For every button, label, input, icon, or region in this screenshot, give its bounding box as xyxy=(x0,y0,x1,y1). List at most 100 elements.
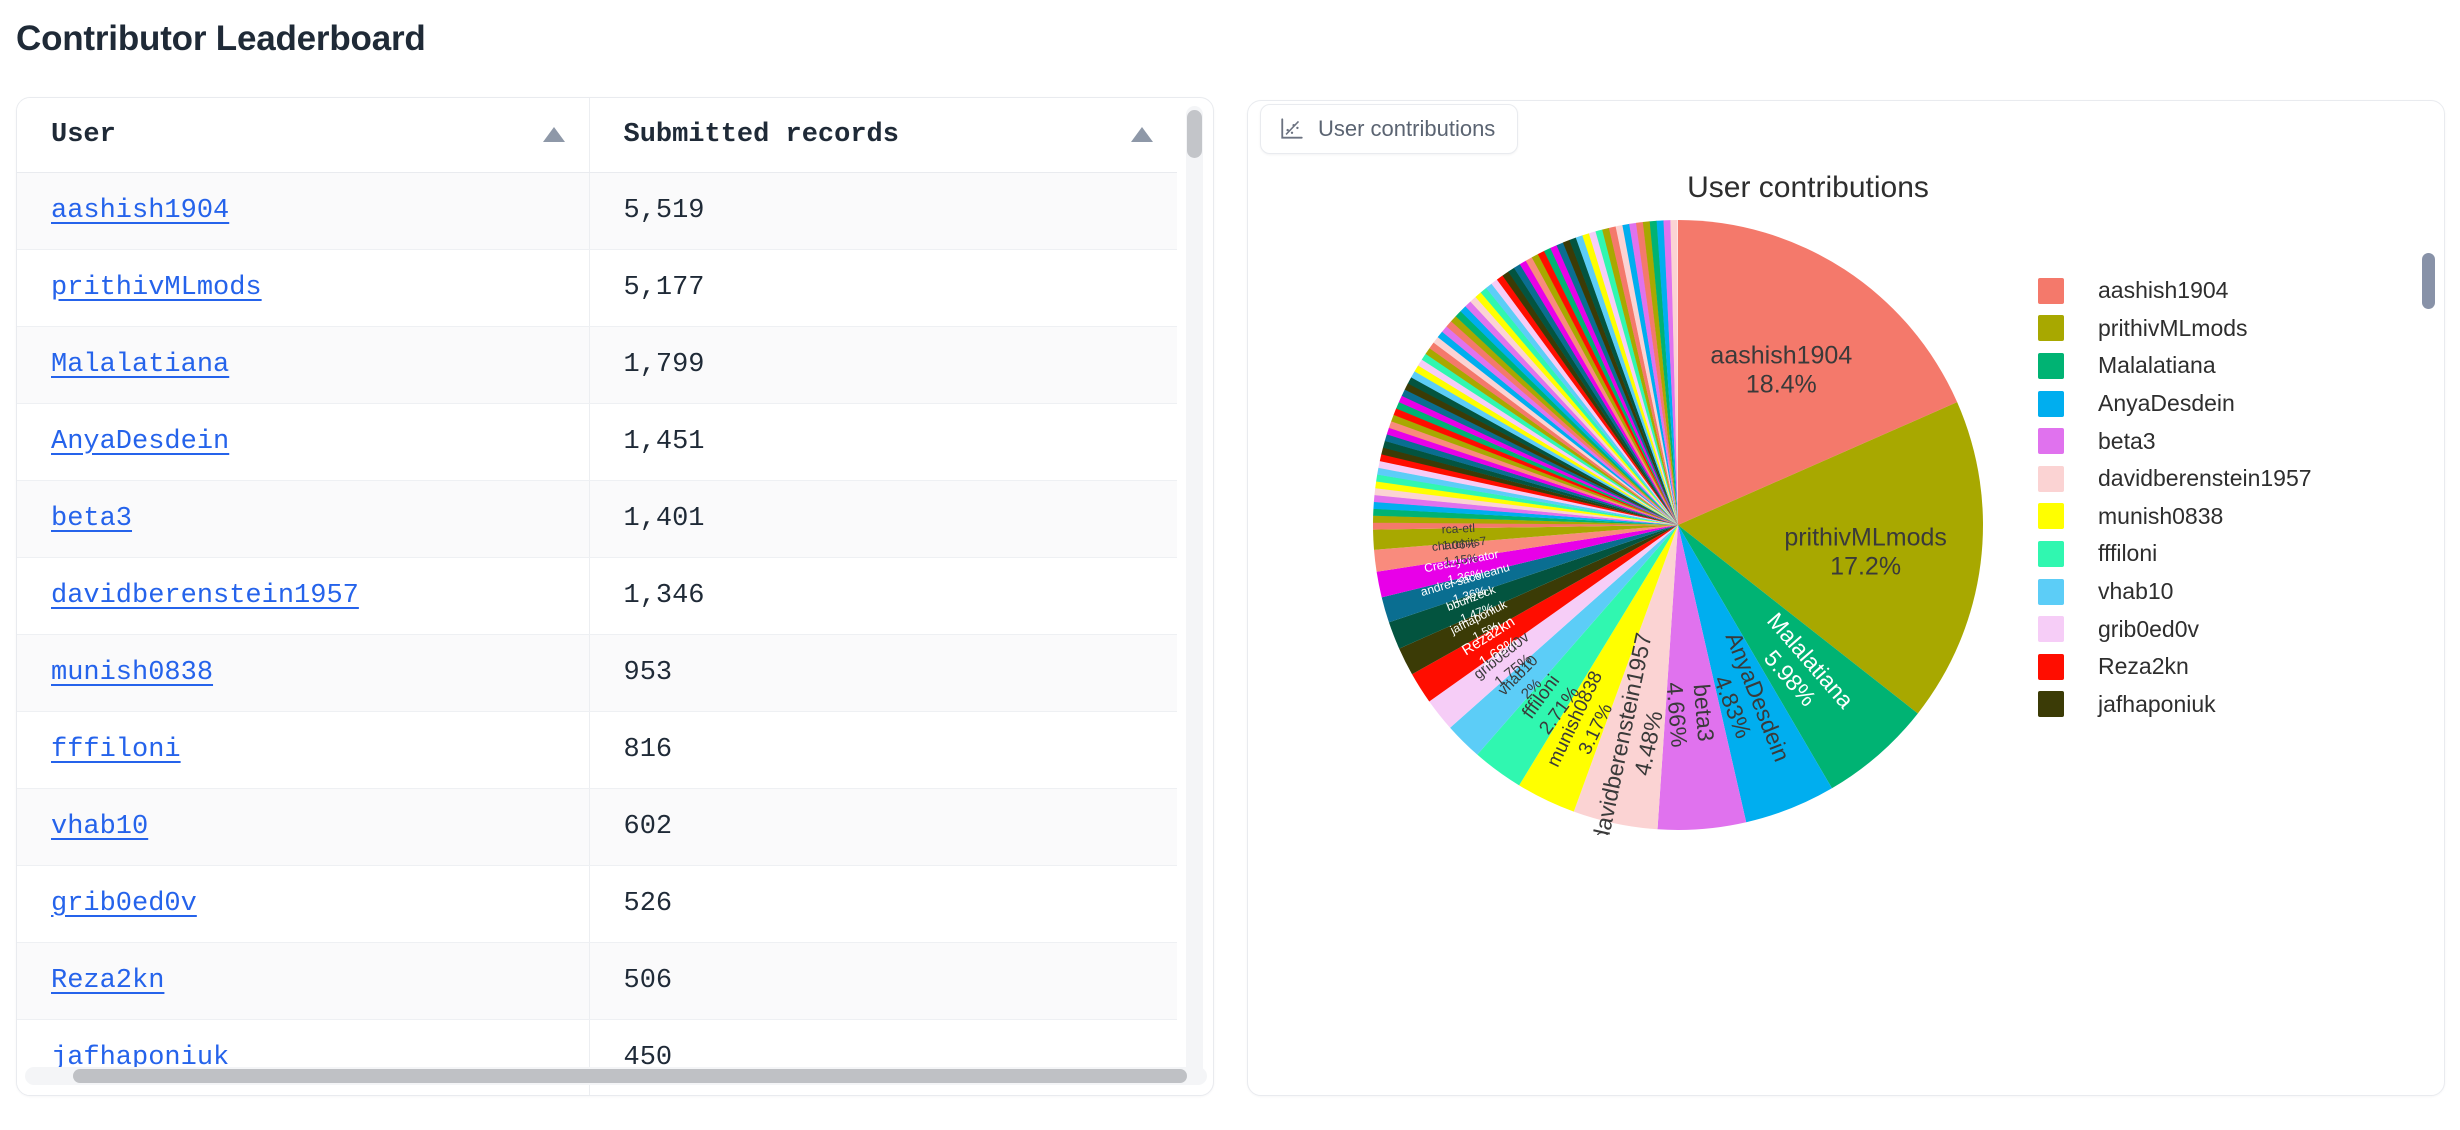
chart-legend[interactable]: aashish1904 prithivMLmods Malalatiana AnyaD… xyxy=(2038,272,2368,722)
cell-user: AnyaDesdein xyxy=(17,403,590,481)
legend-item[interactable]: beta3 xyxy=(2038,422,2368,460)
legend-item[interactable]: Reza2kn xyxy=(2038,648,2368,686)
column-header-submitted-records-label: Submitted records xyxy=(623,119,899,150)
table-vertical-scrollbar-thumb[interactable] xyxy=(1187,110,1202,158)
legend-item-label: vhab10 xyxy=(2098,578,2174,605)
legend-color-swatch xyxy=(2038,503,2064,530)
column-header-user-label: User xyxy=(51,119,116,150)
table-row[interactable]: aashish1904 5,519 xyxy=(17,172,1177,250)
cell-records: 953 xyxy=(589,634,1177,712)
legend-item[interactable]: davidberenstein1957 xyxy=(2038,460,2368,498)
user-link[interactable]: beta3 xyxy=(51,504,132,534)
svg-text:18.4%: 18.4% xyxy=(1746,371,1817,399)
sort-ascending-icon[interactable] xyxy=(542,127,565,143)
svg-text:17.2%: 17.2% xyxy=(1830,553,1901,581)
chart-vertical-scrollbar-thumb[interactable] xyxy=(2422,253,2435,309)
user-link[interactable]: munish0838 xyxy=(51,658,213,688)
user-link[interactable]: grib0ed0v xyxy=(51,889,197,919)
pie-slice-label: beta34.66% xyxy=(1661,681,1719,748)
chart-panel-card: User contributions User contributions aa… xyxy=(1247,100,2445,1096)
table-row[interactable]: davidberenstein1957 1,346 xyxy=(17,557,1177,635)
cell-user: beta3 xyxy=(17,480,590,558)
user-link[interactable]: AnyaDesdein xyxy=(51,427,229,457)
table-row[interactable]: fffiloni 816 xyxy=(17,711,1177,789)
cell-user: vhab10 xyxy=(17,788,590,866)
leaderboard-scroll-area[interactable]: User Submitted records aashish1904 5,519… xyxy=(17,98,1177,1095)
user-link[interactable]: fffiloni xyxy=(51,735,181,765)
legend-item-label: beta3 xyxy=(2098,427,2156,454)
cell-records: 1,346 xyxy=(589,557,1177,635)
table-row[interactable]: Malalatiana 1,799 xyxy=(17,326,1177,404)
legend-item-label: munish0838 xyxy=(2098,502,2224,529)
cell-records: 1,401 xyxy=(589,480,1177,558)
legend-item-label: fffiloni xyxy=(2098,540,2158,567)
table-header: User Submitted records xyxy=(17,98,1177,173)
table-row[interactable]: prithivMLmods 5,177 xyxy=(17,249,1177,327)
pie-chart[interactable]: aashish1904 18.4% prithivMLmods 17.2% Malala… xyxy=(1368,215,1988,835)
cell-user: Malalatiana xyxy=(17,326,590,404)
cell-records: 1,451 xyxy=(589,403,1177,481)
legend-item[interactable]: aashish1904 xyxy=(2038,272,2368,310)
svg-text:1.06%: 1.06% xyxy=(1442,537,1477,553)
svg-text:rca-etl: rca-etl xyxy=(1441,521,1475,537)
user-link[interactable]: Reza2kn xyxy=(51,966,164,996)
legend-item[interactable]: vhab10 xyxy=(2038,573,2368,611)
legend-item-label: AnyaDesdein xyxy=(2098,390,2235,417)
app-root: Contributor Leaderboard User Submitted r… xyxy=(0,0,2460,1130)
legend-color-swatch xyxy=(2038,390,2064,417)
cell-records: 5,519 xyxy=(589,172,1177,250)
table-row[interactable]: Reza2kn 506 xyxy=(17,942,1177,1020)
chart-tabbar: User contributions xyxy=(1248,101,2444,157)
cell-user: aashish1904 xyxy=(17,172,590,250)
table-row[interactable]: vhab10 602 xyxy=(17,788,1177,866)
chart-body: User contributions aashish1904 18.4% prith… xyxy=(1248,157,2444,1095)
cell-user: Reza2kn xyxy=(17,942,590,1020)
svg-text:beta3: beta3 xyxy=(1689,683,1719,742)
legend-item-label: davidberenstein1957 xyxy=(2098,465,2312,492)
legend-item[interactable]: Malalatiana xyxy=(2038,347,2368,385)
column-header-submitted-records[interactable]: Submitted records xyxy=(589,98,1177,173)
user-link[interactable]: Malalatiana xyxy=(51,350,229,380)
cell-user: munish0838 xyxy=(17,634,590,712)
user-link[interactable]: aashish1904 xyxy=(51,196,229,226)
legend-color-swatch xyxy=(2038,540,2064,567)
svg-text:prithivMLmods: prithivMLmods xyxy=(1784,524,1947,552)
table-row[interactable]: grib0ed0v 526 xyxy=(17,865,1177,943)
legend-item-label: aashish1904 xyxy=(2098,277,2229,304)
column-header-user[interactable]: User xyxy=(17,98,590,173)
chart-vertical-scrollbar-track[interactable] xyxy=(2422,109,2436,1031)
table-body: aashish1904 5,519 prithivMLmods 5,177 Ma… xyxy=(17,172,1177,1095)
legend-color-swatch xyxy=(2038,428,2064,455)
table-vertical-scrollbar-track[interactable] xyxy=(1186,106,1203,1081)
cell-records: 816 xyxy=(589,711,1177,789)
legend-item[interactable]: jafhaponiuk xyxy=(2038,686,2368,722)
legend-color-swatch xyxy=(2038,315,2064,342)
table-row[interactable]: AnyaDesdein 1,451 xyxy=(17,403,1177,481)
cell-records: 602 xyxy=(589,788,1177,866)
legend-color-swatch xyxy=(2038,352,2064,379)
legend-item[interactable]: fffiloni xyxy=(2038,535,2368,573)
legend-item[interactable]: munish0838 xyxy=(2038,498,2368,536)
user-link[interactable]: prithivMLmods xyxy=(51,273,262,303)
tab-user-contributions[interactable]: User contributions xyxy=(1260,104,1519,154)
user-link[interactable]: davidberenstein1957 xyxy=(51,581,359,611)
legend-item[interactable]: grib0ed0v xyxy=(2038,610,2368,648)
table-horizontal-scrollbar-thumb[interactable] xyxy=(73,1069,1187,1083)
legend-item[interactable]: AnyaDesdein xyxy=(2038,385,2368,423)
legend-color-swatch xyxy=(2038,578,2064,605)
user-link[interactable]: vhab10 xyxy=(51,812,148,842)
legend-item[interactable]: prithivMLmods xyxy=(2038,310,2368,348)
pie-chart-svg: aashish190418.4%prithivMLmods17.2%Malala… xyxy=(1373,220,1983,835)
legend-item-label: prithivMLmods xyxy=(2098,314,2248,341)
table-row[interactable]: beta3 1,401 xyxy=(17,480,1177,558)
legend-color-swatch xyxy=(2038,616,2064,643)
page-title: Contributor Leaderboard xyxy=(16,19,426,58)
legend-item-label: Reza2kn xyxy=(2098,653,2189,680)
legend-color-swatch xyxy=(2038,653,2064,680)
scatter-chart-icon xyxy=(1281,118,1303,139)
legend-color-swatch xyxy=(2038,465,2064,492)
sort-ascending-icon[interactable] xyxy=(1131,127,1153,143)
table-row[interactable]: munish0838 953 xyxy=(17,634,1177,712)
legend-color-swatch xyxy=(2038,277,2064,304)
leaderboard-table: User Submitted records aashish1904 5,519… xyxy=(17,98,1177,1095)
